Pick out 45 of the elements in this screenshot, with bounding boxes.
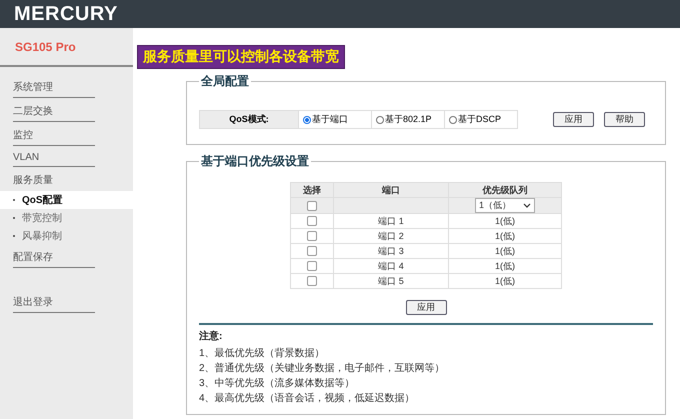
submenu-item[interactable]: 风暴抑制 [0,227,133,245]
action-button[interactable]: 帮助 [604,112,645,127]
table-cell: 1(低) [448,228,562,244]
mode-label: QoS模式: [200,110,298,128]
note-title: 注意: [199,329,224,343]
menu-item[interactable]: 服务质量 [13,168,95,190]
logo: MERCURY [14,4,118,24]
table-cell: 1(低) [448,214,562,228]
caption-banner: 服务质量里可以控制各设备带宽 [137,45,345,69]
menu-item[interactable]: 配置保存 [13,245,95,268]
table-cell: 端口 4 [334,258,448,274]
column-header: 端口 [334,182,448,198]
submenu-item[interactable]: 带宽控制 [0,209,133,227]
note-text: 2、普通优先级（关键业务数据，电子邮件，互联网等） [199,362,446,376]
menu-item[interactable]: VLAN [13,147,95,167]
column-header: 优先级队列 [448,182,562,198]
checkbox[interactable] [307,276,317,286]
logout-link[interactable]: 退出登录 [13,290,95,313]
checkbox[interactable] [307,261,317,272]
table-cell: 1(低) [448,258,562,274]
table-cell: 1(低) [448,244,562,258]
checkbox[interactable] [307,216,317,226]
section-title: 基于端口优先级设置 [200,153,310,170]
apply-button[interactable]: 应用 [406,300,446,315]
column-header: 选择 [290,182,334,198]
checkbox[interactable] [307,246,317,256]
table-cell: 端口 2 [334,228,448,244]
checkbox[interactable] [307,231,317,242]
section-title: 全局配置 [200,73,250,90]
table-cell: 端口 1 [334,214,448,228]
note-text: 3、中等优先级（流多媒体数据等） [199,376,356,391]
table-cell: 1(低) [448,274,562,288]
table-cell: 端口 3 [334,244,448,258]
note-text: 4、最高优先级（语音会话，视频，低延迟数据） [199,392,416,406]
note-text: 1、最低优先级（背景数据） [199,346,326,361]
submenu-item[interactable]: QoS配置 [0,191,133,209]
queue-dropdown[interactable]: 1（低） [475,198,535,213]
menu-item[interactable]: 监控 [13,123,95,146]
checkbox[interactable] [307,200,317,211]
menu-item[interactable]: 二层交换 [13,99,95,122]
model-name: SG105 Pro [0,28,133,67]
caret-icon [523,203,531,208]
menu-item[interactable]: 系统管理 [13,75,95,98]
table-cell: 端口 5 [334,274,448,288]
action-button[interactable]: 应用 [553,112,594,127]
